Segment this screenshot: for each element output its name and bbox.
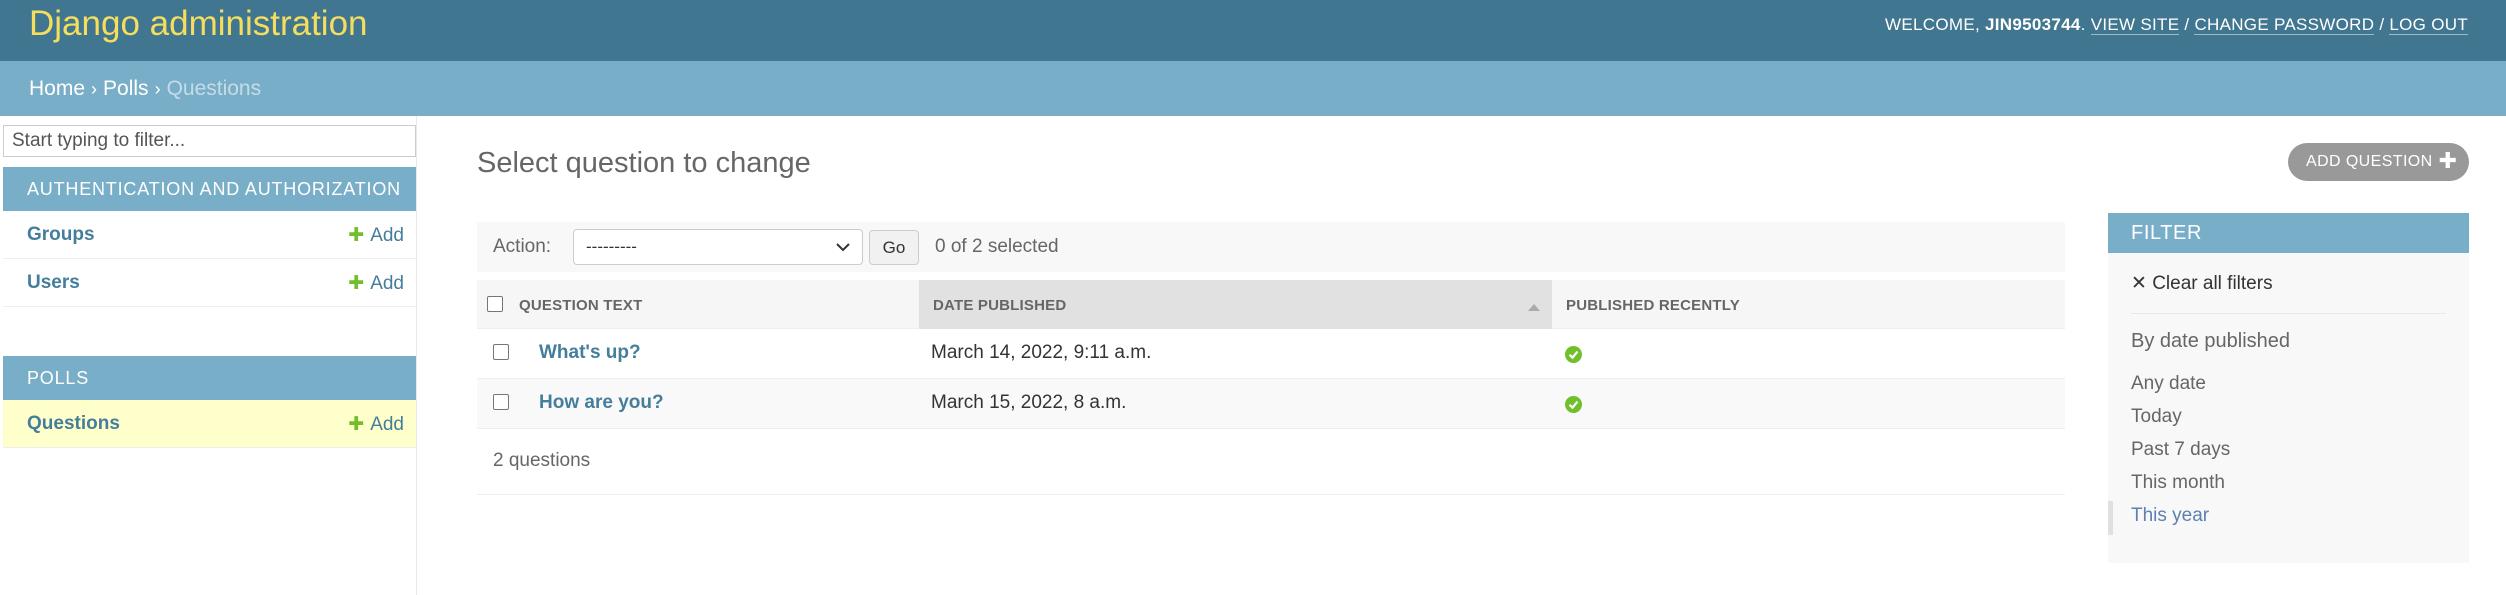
filter-choice-this-year[interactable]: This year: [2131, 505, 2209, 527]
clear-all-filters-link[interactable]: ✕ Clear all filters: [2131, 272, 2273, 295]
close-icon: ✕: [2131, 273, 2147, 294]
clear-all-filters-label: Clear all filters: [2152, 273, 2273, 294]
user-tools-separator: /: [2179, 15, 2195, 34]
action-selected-value: ---------: [586, 237, 637, 256]
filter-header: Filter: [2108, 213, 2469, 253]
welcome-text: Welcome,: [1885, 15, 1986, 34]
filter-divider: [2131, 313, 2446, 314]
yes-check-icon: [1565, 346, 1582, 363]
page-title: Select question to change: [477, 147, 811, 179]
selection-counter: 0 of 2 selected: [935, 236, 1059, 257]
plus-icon: ✚: [348, 273, 365, 294]
change-password-link[interactable]: Change password: [2194, 15, 2375, 35]
sidebar-item-groups-link[interactable]: Groups: [27, 224, 95, 245]
add-question-label: Add question: [2306, 153, 2433, 170]
site-name-link[interactable]: Django administration: [29, 4, 368, 44]
add-label: Add: [370, 225, 404, 246]
breadcrumb-polls[interactable]: Polls: [103, 77, 149, 100]
actions-bar: Action: --------- Go 0 of 2 selected: [477, 222, 2065, 272]
sort-ascending-icon[interactable]: [1528, 304, 1540, 311]
breadcrumb-separator: ›: [91, 79, 98, 99]
paginator: 2 questions: [477, 429, 2065, 495]
selected-filter-indicator: [2108, 501, 2113, 535]
row-checkbox[interactable]: [493, 344, 509, 360]
filter-title: By date published: [2131, 330, 2291, 352]
sidebar-item-users-link[interactable]: Users: [27, 272, 80, 293]
table-row: How are you? March 15, 2022, 8 a.m.: [477, 379, 2065, 429]
breadcrumb: Home › Polls › Questions: [0, 61, 2506, 116]
sidebar-item-questions: Questions ✚ Add: [3, 400, 416, 448]
sidebar-item-users: Users ✚ Add: [3, 259, 416, 307]
row-checkbox[interactable]: [493, 394, 509, 410]
breadcrumb-current: Questions: [166, 77, 262, 100]
filter-choice-today[interactable]: Today: [2131, 406, 2182, 428]
filter-choice-this-month[interactable]: This month: [2131, 472, 2225, 494]
date-published-cell: March 14, 2022, 9:11 a.m.: [931, 342, 1152, 363]
view-site-link[interactable]: View site: [2090, 15, 2180, 35]
app-header-auth[interactable]: Authentication and Authorization: [3, 167, 416, 211]
chevron-down-icon: [836, 243, 850, 252]
site-header: Django administration Welcome, JIN950374…: [0, 0, 2506, 61]
select-all-cell: [477, 280, 505, 329]
question-link[interactable]: How are you?: [539, 379, 664, 429]
user-tools-separator: /: [2374, 15, 2390, 34]
app-header-polls[interactable]: Polls: [3, 356, 416, 400]
yes-check-icon: [1565, 396, 1582, 413]
select-all-checkbox[interactable]: [487, 296, 503, 312]
filter-choice-any-date[interactable]: Any date: [2131, 373, 2206, 395]
add-label: Add: [370, 273, 404, 294]
filter-choice-past-7-days[interactable]: Past 7 days: [2131, 439, 2230, 461]
add-user-link[interactable]: ✚ Add: [348, 272, 404, 295]
nav-sidebar: Authentication and Authorization Groups …: [3, 116, 417, 595]
date-published-cell: March 15, 2022, 8 a.m.: [931, 392, 1127, 413]
table-row: What's up? March 14, 2022, 9:11 a.m.: [477, 329, 2065, 379]
add-question-link[interactable]: ✚ Add: [348, 413, 404, 436]
username: JIN9503744: [1985, 15, 2081, 34]
breadcrumb-home[interactable]: Home: [29, 77, 85, 100]
action-select[interactable]: ---------: [573, 229, 863, 265]
breadcrumb-separator: ›: [154, 79, 161, 99]
plus-icon: ✚: [348, 225, 365, 246]
column-header-published-recently[interactable]: Published recently: [1552, 280, 2065, 329]
column-header-question-text[interactable]: Question text: [505, 280, 775, 329]
column-header-date-published-label: Date published: [933, 297, 1067, 314]
plus-icon: ✚: [348, 414, 365, 435]
sidebar-item-groups: Groups ✚ Add: [3, 211, 416, 259]
table-header: Question text Date published Published r…: [477, 280, 2065, 329]
log-out-link[interactable]: Log out: [2389, 15, 2468, 35]
add-label: Add: [370, 414, 404, 435]
plus-icon: ✚: [2438, 148, 2458, 173]
add-question-button[interactable]: Add question ✚: [2288, 143, 2469, 181]
nav-filter-input[interactable]: [3, 125, 416, 157]
question-link[interactable]: What's up?: [539, 329, 641, 379]
sidebar-item-questions-link[interactable]: Questions: [27, 413, 120, 434]
filter-panel: Filter ✕ Clear all filters By date publi…: [2108, 213, 2469, 563]
user-tools: Welcome, JIN9503744. View site / Change …: [1885, 15, 2468, 35]
add-group-link[interactable]: ✚ Add: [348, 224, 404, 247]
column-header-date-published[interactable]: Date published: [919, 280, 1552, 329]
go-button[interactable]: Go: [869, 230, 919, 265]
action-label: Action:: [493, 236, 552, 257]
